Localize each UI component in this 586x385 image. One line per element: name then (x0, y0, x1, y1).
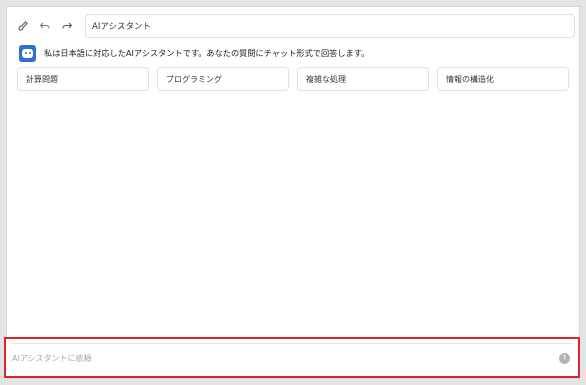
suggestion-calculation[interactable]: 計算問題 (17, 67, 149, 91)
suggestion-list: 計算問題 プログラミング 複雑な処理 情報の構造化 (17, 67, 569, 91)
suggestion-label: 計算問題 (26, 74, 58, 84)
robot-avatar-icon (19, 44, 36, 62)
toolbar: AIアシスタント (11, 11, 575, 41)
suggestion-label: 情報の構造化 (446, 74, 494, 84)
intro-text: 私は日本語に対応したAIアシスタントです。あなたの質問にチャット形式で回答します… (44, 48, 370, 58)
brush-icon-glyph (18, 21, 28, 31)
suggestion-programming[interactable]: プログラミング (157, 67, 289, 91)
suggestion-label: プログラミング (166, 74, 222, 84)
brush-icon[interactable] (14, 17, 32, 35)
suggestion-complex-processing[interactable]: 複雑な処理 (297, 67, 429, 91)
undo-icon-glyph (39, 22, 50, 29)
intro-message: 私は日本語に対応したAIアシスタントです。あなたの質問にチャット形式で回答します… (19, 43, 369, 63)
avatar-eye-right (29, 51, 31, 54)
suggestion-structuring[interactable]: 情報の構造化 (437, 67, 569, 91)
send-button[interactable]: ↑ (559, 352, 570, 364)
page-title: AIアシスタント (85, 14, 575, 38)
page-title-text: AIアシスタント (92, 22, 151, 32)
chat-input-highlight: ↑ (4, 337, 580, 378)
chat-input-container: ↑ (10, 343, 574, 372)
assistant-panel: AIアシスタント 私は日本語に対応したAIアシスタントです。あなたの質問にチャッ… (6, 6, 580, 379)
undo-icon[interactable] (36, 17, 54, 35)
redo-icon-glyph (62, 22, 73, 29)
chat-input[interactable] (10, 348, 559, 368)
redo-icon[interactable] (58, 17, 76, 35)
suggestion-label: 複雑な処理 (306, 74, 346, 84)
arrow-up-icon: ↑ (561, 353, 568, 362)
avatar-face (22, 48, 33, 58)
avatar-eye-left (25, 51, 27, 54)
